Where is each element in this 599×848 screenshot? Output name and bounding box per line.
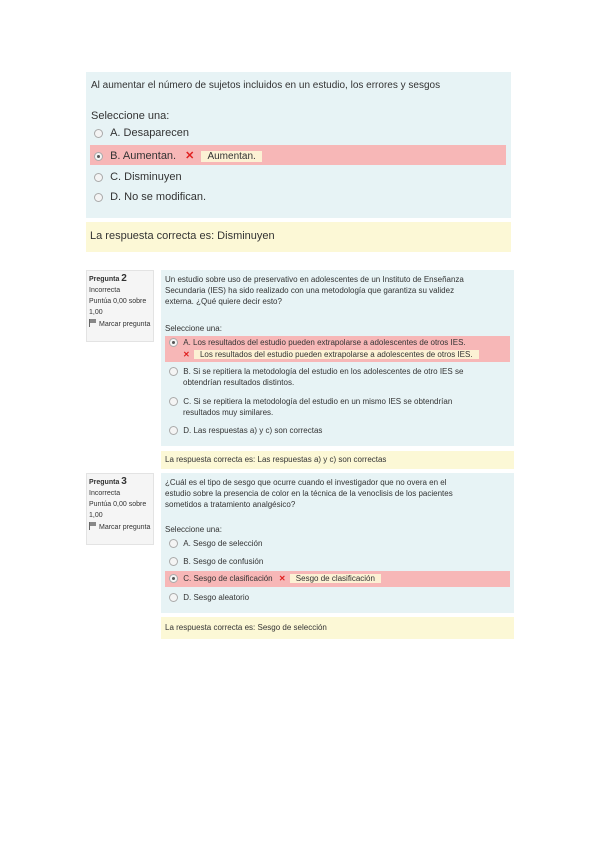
option-a[interactable]: A. Sesgo de selección: [169, 539, 263, 549]
correct-answer-text: La respuesta correcta es: Sesgo de selec…: [165, 623, 327, 632]
option-b[interactable]: B. Si se repitiera la metodología del es…: [169, 366, 463, 388]
selected-answer-tag: Aumentan.: [201, 151, 262, 162]
option-b[interactable]: B. Sesgo de confusión: [169, 557, 264, 567]
option-label: C. Disminuyen: [110, 171, 182, 183]
question-1-content: Al aumentar el número de sujetos incluid…: [86, 72, 511, 218]
question-score: Puntúa 0,00 sobre 1,00: [89, 298, 147, 316]
close-icon: ✕: [278, 574, 286, 583]
radio-icon[interactable]: [169, 367, 178, 377]
radio-icon[interactable]: [169, 593, 178, 603]
option-label: C. Si se repitiera la metodología del es…: [183, 397, 453, 406]
selected-answer-tag: Sesgo de clasificación: [289, 574, 381, 583]
option-label: D. Sesgo aleatorio: [183, 593, 250, 602]
question-2-feedback: La respuesta correcta es: Las respuestas…: [161, 451, 514, 469]
option-label: A. Desaparecen: [110, 127, 189, 139]
question-3-feedback: La respuesta correcta es: Sesgo de selec…: [161, 617, 514, 639]
option-b-incorrect[interactable]: B. Aumentan. ✕ Aumentan.: [90, 145, 506, 165]
question-stem: ¿Cuál es el tipo de sesgo que ocurre cua…: [165, 478, 453, 509]
option-c-incorrect[interactable]: C. Sesgo de clasificación ✕ Sesgo de cla…: [165, 571, 510, 587]
question-status: Incorrecta: [89, 490, 121, 497]
flag-question-link[interactable]: Marcar pregunta: [89, 319, 151, 330]
question-status: Incorrecta: [89, 287, 121, 294]
radio-icon[interactable]: [169, 574, 178, 584]
option-label: D. Las respuestas a) y c) son correctas: [183, 426, 323, 435]
close-icon: ✕: [185, 150, 195, 162]
option-label: D. No se modifican.: [110, 191, 207, 203]
option-d[interactable]: D. Sesgo aleatorio: [169, 593, 250, 603]
radio-icon[interactable]: [169, 539, 178, 549]
option-a-incorrect[interactable]: A. Los resultados del estudio pueden ext…: [165, 336, 510, 362]
question-2-info: Pregunta 2 Incorrecta Puntúa 0,00 sobre …: [86, 270, 154, 342]
question-3-info: Pregunta 3 Incorrecta Puntúa 0,00 sobre …: [86, 473, 154, 545]
question-3-content: ¿Cuál es el tipo de sesgo que ocurre cua…: [161, 473, 514, 613]
option-c[interactable]: C. Disminuyen: [94, 171, 182, 183]
selected-answer-tag: Los resultados del estudio pueden extrap…: [193, 350, 479, 359]
question-stem: Un estudio sobre uso de preservativo en …: [165, 275, 464, 306]
question-score: Puntúa 0,00 sobre 1,00: [89, 501, 147, 519]
flag-question-link[interactable]: Marcar pregunta: [89, 522, 151, 533]
flag-icon: [89, 319, 97, 327]
close-icon: ✕: [183, 350, 190, 359]
option-label: A. Los resultados del estudio pueden ext…: [183, 338, 466, 347]
radio-icon[interactable]: [169, 397, 178, 407]
option-label: C. Sesgo de clasificación: [183, 574, 273, 583]
radio-icon[interactable]: [169, 338, 178, 348]
option-a[interactable]: A. Desaparecen: [94, 127, 189, 139]
option-d[interactable]: D. No se modifican.: [94, 191, 206, 203]
select-label: Seleccione una:: [165, 525, 222, 534]
radio-icon[interactable]: [94, 192, 103, 202]
option-label: A. Sesgo de selección: [183, 539, 263, 548]
select-label: Seleccione una:: [91, 110, 170, 122]
option-d[interactable]: D. Las respuestas a) y c) son correctas: [169, 426, 323, 436]
radio-icon[interactable]: [94, 151, 103, 161]
question-number: Pregunta 3: [89, 476, 127, 487]
question-2-content: Un estudio sobre uso de preservativo en …: [161, 270, 514, 446]
correct-answer-text: La respuesta correcta es: Disminuyen: [90, 230, 275, 242]
option-c[interactable]: C. Si se repitiera la metodología del es…: [169, 396, 452, 418]
option-label: B. Sesgo de confusión: [183, 557, 264, 566]
radio-icon[interactable]: [169, 557, 178, 567]
radio-icon[interactable]: [169, 426, 178, 436]
correct-answer-text: La respuesta correcta es: Las respuestas…: [165, 455, 387, 464]
question-stem: Al aumentar el número de sujetos incluid…: [91, 80, 441, 91]
select-label: Seleccione una:: [165, 324, 222, 333]
option-label: B. Si se repitiera la metodología del es…: [183, 367, 464, 376]
flag-icon: [89, 522, 97, 530]
question-number: Pregunta 2: [89, 273, 127, 284]
radio-icon[interactable]: [94, 172, 103, 182]
question-1-feedback: La respuesta correcta es: Disminuyen: [86, 222, 511, 252]
radio-icon[interactable]: [94, 128, 103, 138]
option-label: B. Aumentan.: [110, 150, 177, 162]
